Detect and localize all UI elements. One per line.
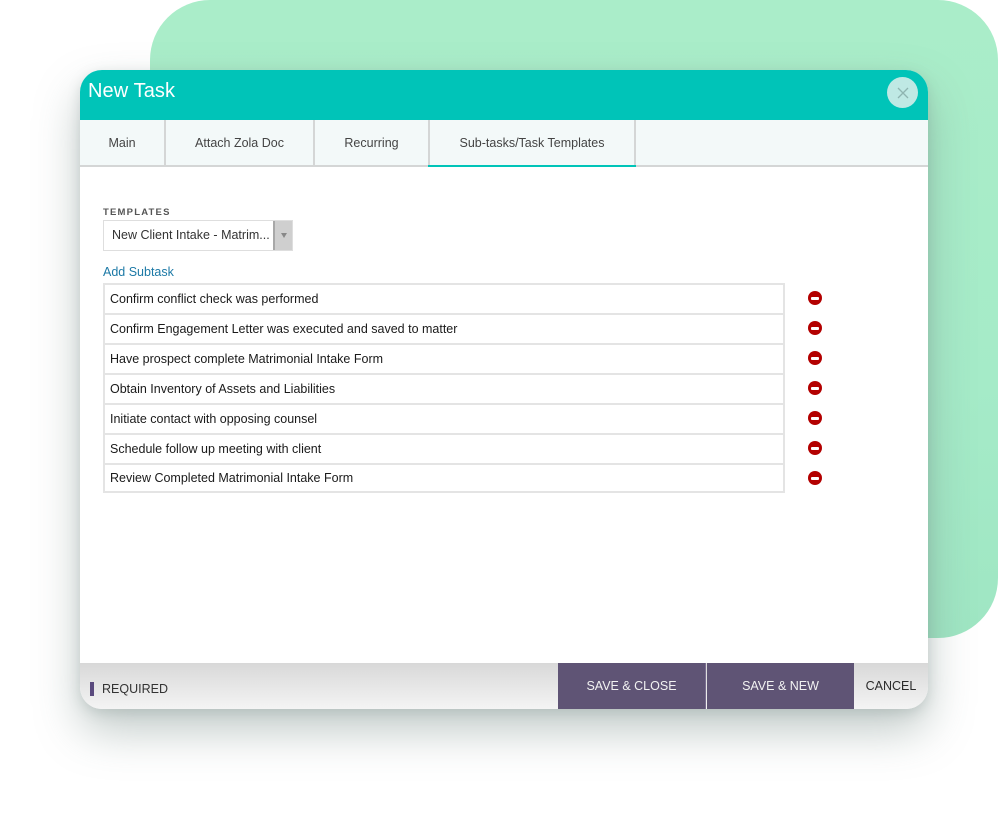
templates-select[interactable]: New Client Intake - Matrim... [103,220,293,251]
tab-subtasks-task-templates[interactable]: Sub-tasks/Task Templates [428,120,636,167]
subtask-row [103,313,833,343]
templates-selected-value: New Client Intake - Matrim... [112,228,270,242]
tab-recurring[interactable]: Recurring [315,120,430,165]
subtask-row [103,343,833,373]
dialog-footer: REQUIRED SAVE & CLOSE SAVE & NEW CANCEL [80,663,928,709]
subtask-input[interactable] [103,433,785,463]
templates-label: TEMPLATES [103,207,171,218]
save-new-button[interactable]: SAVE & NEW [707,663,854,709]
cancel-button[interactable]: CANCEL [854,663,928,709]
dropdown-arrow-icon[interactable] [273,221,292,250]
subtask-row [103,463,833,493]
subtask-row [103,403,833,433]
remove-subtask-icon[interactable] [808,411,822,425]
tab-label: Main [108,135,136,150]
tab-label: Attach Zola Doc [195,135,284,150]
tab-bar: Main Attach Zola Doc Recurring Sub-tasks… [80,120,928,167]
remove-subtask-icon[interactable] [808,441,822,455]
subtask-input[interactable] [103,343,785,373]
close-button[interactable] [887,77,918,108]
close-icon [897,87,908,98]
tab-label: Recurring [344,135,399,150]
subtask-list [103,283,833,493]
save-close-button[interactable]: SAVE & CLOSE [558,663,706,709]
subtask-input[interactable] [103,313,785,343]
subtask-input[interactable] [103,373,785,403]
tab-attach-zola-doc[interactable]: Attach Zola Doc [166,120,315,165]
subtask-row [103,283,833,313]
subtask-row [103,433,833,463]
dialog-title: New Task [88,80,176,102]
subtask-row [103,373,833,403]
required-label: REQUIRED [102,682,168,696]
remove-subtask-icon[interactable] [808,471,822,485]
required-marker-icon [90,682,94,696]
tab-content: TEMPLATES New Client Intake - Matrim... … [80,167,928,662]
remove-subtask-icon[interactable] [808,351,822,365]
new-task-dialog: New Task Main Attach Zola Doc Recurring … [80,70,928,709]
remove-subtask-icon[interactable] [808,321,822,335]
dialog-header: New Task [80,70,928,120]
remove-subtask-icon[interactable] [808,291,822,305]
tab-main[interactable]: Main [80,120,166,165]
tab-label: Sub-tasks/Task Templates [459,135,605,150]
add-subtask-link[interactable]: Add Subtask [103,265,174,279]
subtask-input[interactable] [103,403,785,433]
subtask-input[interactable] [103,463,785,493]
remove-subtask-icon[interactable] [808,381,822,395]
subtask-input[interactable] [103,283,785,313]
